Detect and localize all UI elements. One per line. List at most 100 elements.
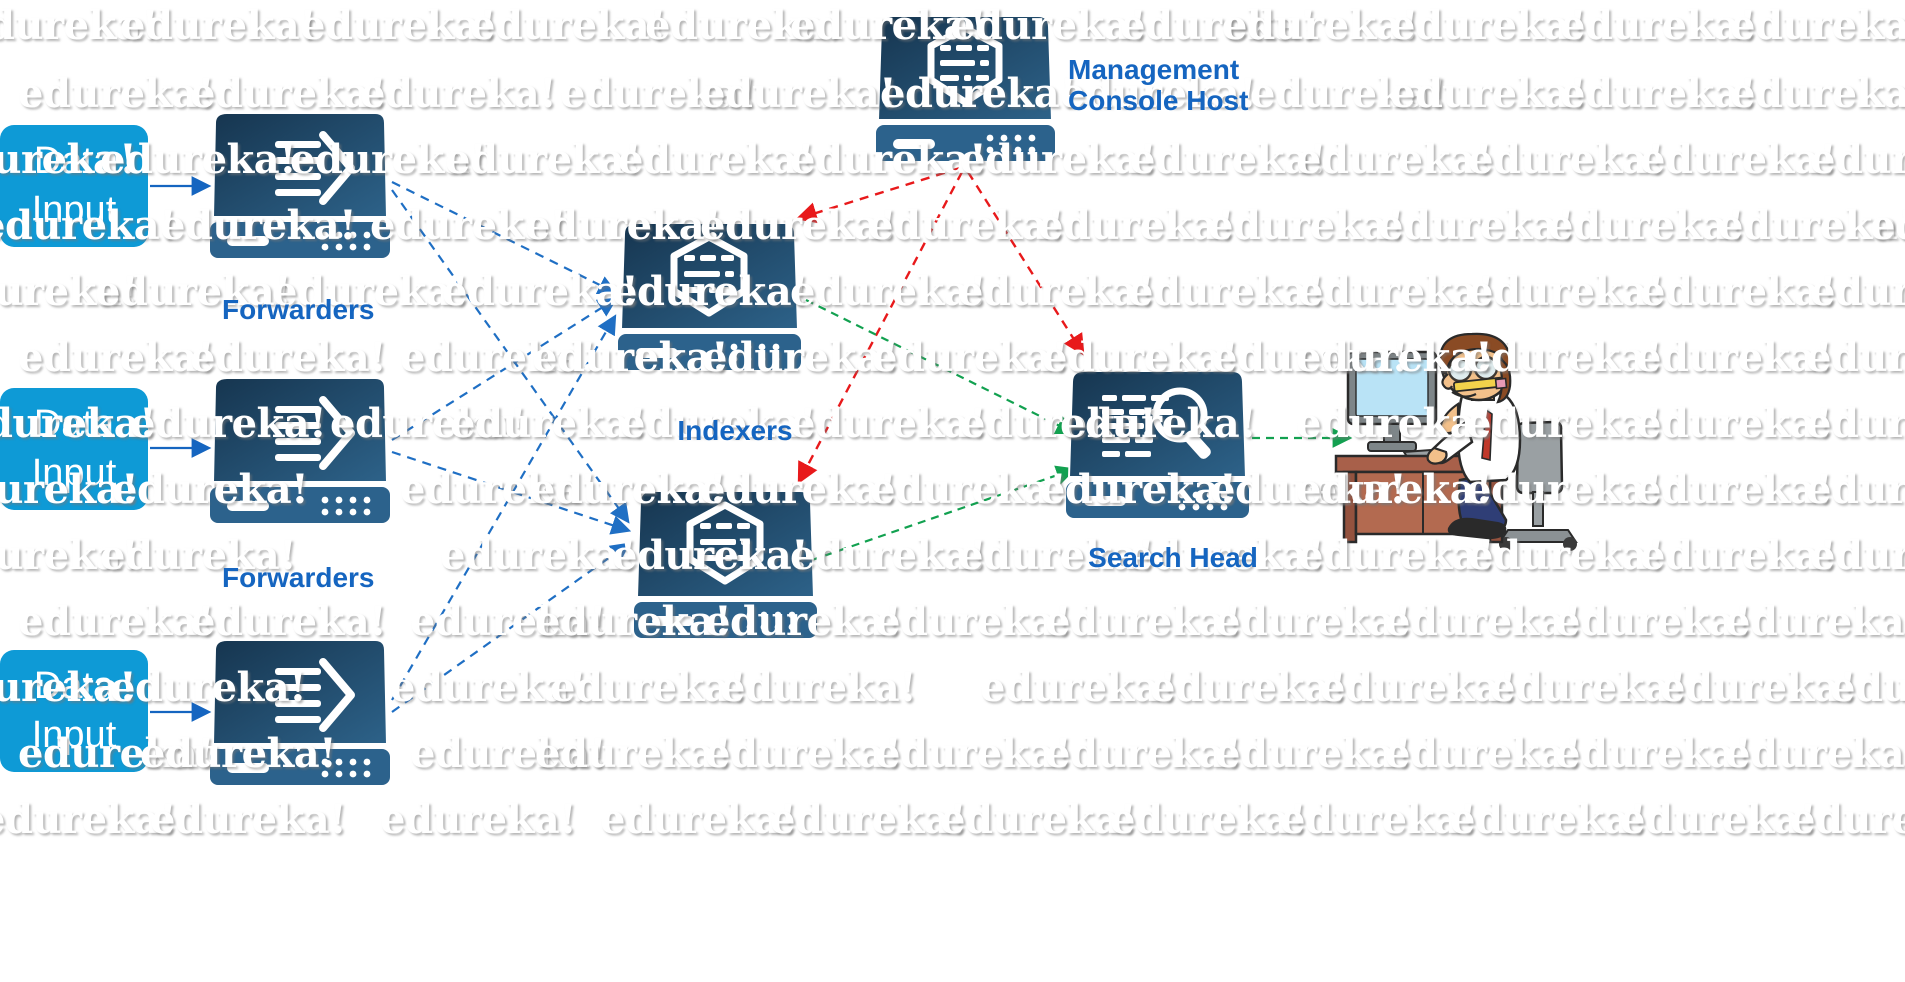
watermark-text: edureka!	[600, 796, 797, 843]
forwarder-server-2[interactable]	[205, 370, 395, 525]
indexer-server-2[interactable]	[628, 483, 823, 643]
watermark-text: edureka!	[1636, 466, 1833, 513]
connector-datainput-forwarder	[150, 176, 212, 722]
watermark-text: edureka!	[1215, 730, 1412, 777]
watermark-text: edureka!	[470, 2, 667, 49]
data-input-box-3[interactable]: Data Input	[0, 650, 148, 772]
watermark-text: edureka!	[1660, 664, 1857, 711]
data-input-label-line2: Input	[31, 714, 117, 756]
watermark-text: edureka!	[1215, 598, 1412, 645]
management-console-label-line1: Management	[1068, 54, 1240, 85]
watermark-text: edureka!	[700, 70, 897, 117]
watermark-text: edureka!	[1620, 796, 1817, 843]
watermark-text: edureka!	[958, 268, 1155, 315]
watermark-text: edureka!	[618, 136, 815, 183]
watermark-text: edureka!	[1806, 466, 1905, 513]
forwarder-server-1[interactable]	[205, 105, 395, 260]
watermark-text: edureka!	[770, 796, 967, 843]
data-input-box-2[interactable]: Data Input	[0, 388, 148, 510]
watermark-text: edureka!	[560, 70, 757, 117]
watermark-text: edureka!	[1390, 70, 1587, 117]
watermark-text: edureka!	[1725, 598, 1905, 645]
watermark-text: edureka!	[1208, 202, 1405, 249]
indexer-server-1[interactable]	[612, 215, 807, 375]
watermark-text: edureka!	[1450, 796, 1647, 843]
watermark-text: edureka!	[875, 598, 1072, 645]
watermark-text: edureka!	[1390, 2, 1587, 49]
watermark-text: edureka!	[1045, 598, 1242, 645]
diagram-canvas: Data Input Data Input Data Input Forward…	[0, 0, 1905, 982]
watermark-text: edureka!	[1490, 664, 1687, 711]
watermark-text: edureka!	[445, 136, 642, 183]
watermark-text: edureka!	[1730, 2, 1905, 49]
watermark-text: edureka!	[1296, 136, 1493, 183]
watermark-text: edureka!	[1790, 796, 1905, 843]
watermark-text: edureka!	[1468, 268, 1665, 315]
watermark-text: edureka!	[1640, 532, 1837, 579]
watermark-text: edureka!	[1385, 598, 1582, 645]
search-head-server[interactable]	[1060, 363, 1255, 523]
connector-forwarder-indexer	[391, 181, 632, 713]
watermark-text: edureka!	[1725, 730, 1905, 777]
watermark-text: edureka!	[0, 532, 139, 579]
watermark-text: edureka!	[1548, 202, 1745, 249]
forwarder-label-2: Forwarders	[222, 562, 375, 593]
watermark-text: edureka!	[1810, 532, 1905, 579]
watermark-text: edureka!	[18, 70, 215, 117]
watermark-text: edureka!	[390, 664, 587, 711]
watermark-text: edureka!	[1730, 70, 1905, 117]
watermark-text: edureka!	[1110, 796, 1307, 843]
watermark-text: edureka!	[550, 664, 747, 711]
watermark-text: edureka!	[18, 598, 215, 645]
watermark-text: edureka!	[1555, 730, 1752, 777]
watermark-text: edureka!	[1806, 400, 1905, 447]
watermark-text: edureka!	[1130, 136, 1327, 183]
watermark-text: edureka!	[1038, 202, 1235, 249]
search-head-label: Search Head	[1088, 542, 1258, 573]
connector-management-console	[795, 166, 1085, 485]
watermark-text: edureka!	[1640, 136, 1837, 183]
data-input-label-line1: Data	[33, 665, 115, 708]
watermark-text: edureka!	[18, 334, 215, 381]
data-input-label-line2: Input	[31, 452, 117, 494]
data-input-label-line1: Data	[33, 140, 115, 183]
data-input-label-line2: Input	[31, 189, 117, 231]
watermark-text: edureka!	[440, 532, 637, 579]
watermark-text: edureka!	[0, 2, 159, 49]
watermark-text: edureka!	[380, 796, 577, 843]
watermark-text: edureka!	[1222, 2, 1419, 49]
management-console-label-line2: Console Host	[1068, 85, 1249, 117]
watermark-text: edureka!	[120, 2, 317, 49]
watermark-text: edureka!	[1280, 796, 1477, 843]
management-console-host-server[interactable]	[870, 8, 1060, 166]
watermark-text: edureka!	[1385, 730, 1582, 777]
watermark-text: edureka!	[1128, 268, 1325, 315]
watermark-text: edureka!	[1810, 268, 1905, 315]
data-input-label-line1: Data	[33, 403, 115, 446]
watermark-text: edureka!	[370, 202, 567, 249]
watermark-text: edureka!	[300, 2, 497, 49]
watermark-text: edureka!	[0, 268, 139, 315]
watermark-text: edureka!	[1468, 136, 1665, 183]
watermark-text: edureka!	[1560, 2, 1757, 49]
watermark-text: edureka!	[790, 268, 987, 315]
watermark-text: edureka!	[1555, 598, 1752, 645]
watermark-text: edureka!	[875, 730, 1072, 777]
watermark-text: edureka!	[1636, 400, 1833, 447]
watermark-text: edureka!	[1120, 2, 1317, 49]
watermark-text: edureka!	[535, 730, 732, 777]
watermark-text: edureka!	[1810, 136, 1905, 183]
user-at-desk-illustration	[1330, 330, 1590, 570]
watermark-text: edureka!	[1560, 70, 1757, 117]
indexer-label: Indexers	[677, 415, 793, 446]
watermark-text: edureka!	[1636, 334, 1833, 381]
forwarder-server-3[interactable]	[205, 632, 395, 787]
watermark-text: edureka!	[1640, 268, 1837, 315]
watermark-text: edureka!	[1806, 334, 1905, 381]
watermark-text: edureka!	[442, 268, 639, 315]
watermark-text: edureka!	[0, 796, 177, 843]
watermark-text: edureka!	[720, 664, 917, 711]
forwarder-label-1: Forwarders	[222, 294, 375, 325]
data-input-box-1[interactable]: Data Input	[0, 125, 148, 247]
watermark-text: edureka!	[940, 796, 1137, 843]
